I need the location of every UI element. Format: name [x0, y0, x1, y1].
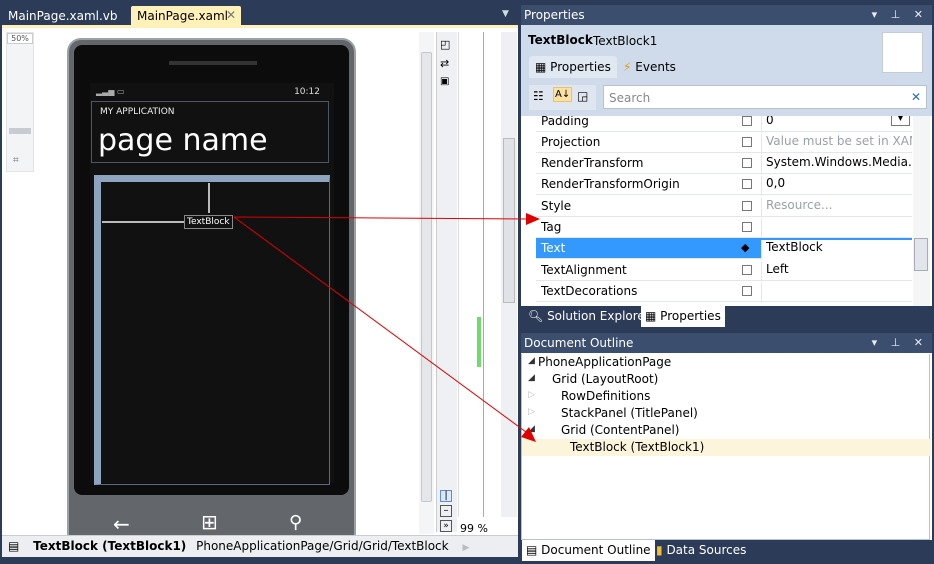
annotation-arrows — [233, 213, 540, 442]
arrow-to-text-property — [233, 216, 529, 220]
arrowhead-icon — [526, 213, 540, 225]
arrowhead-icon — [521, 427, 536, 442]
arrow-to-outline-item — [233, 216, 531, 436]
